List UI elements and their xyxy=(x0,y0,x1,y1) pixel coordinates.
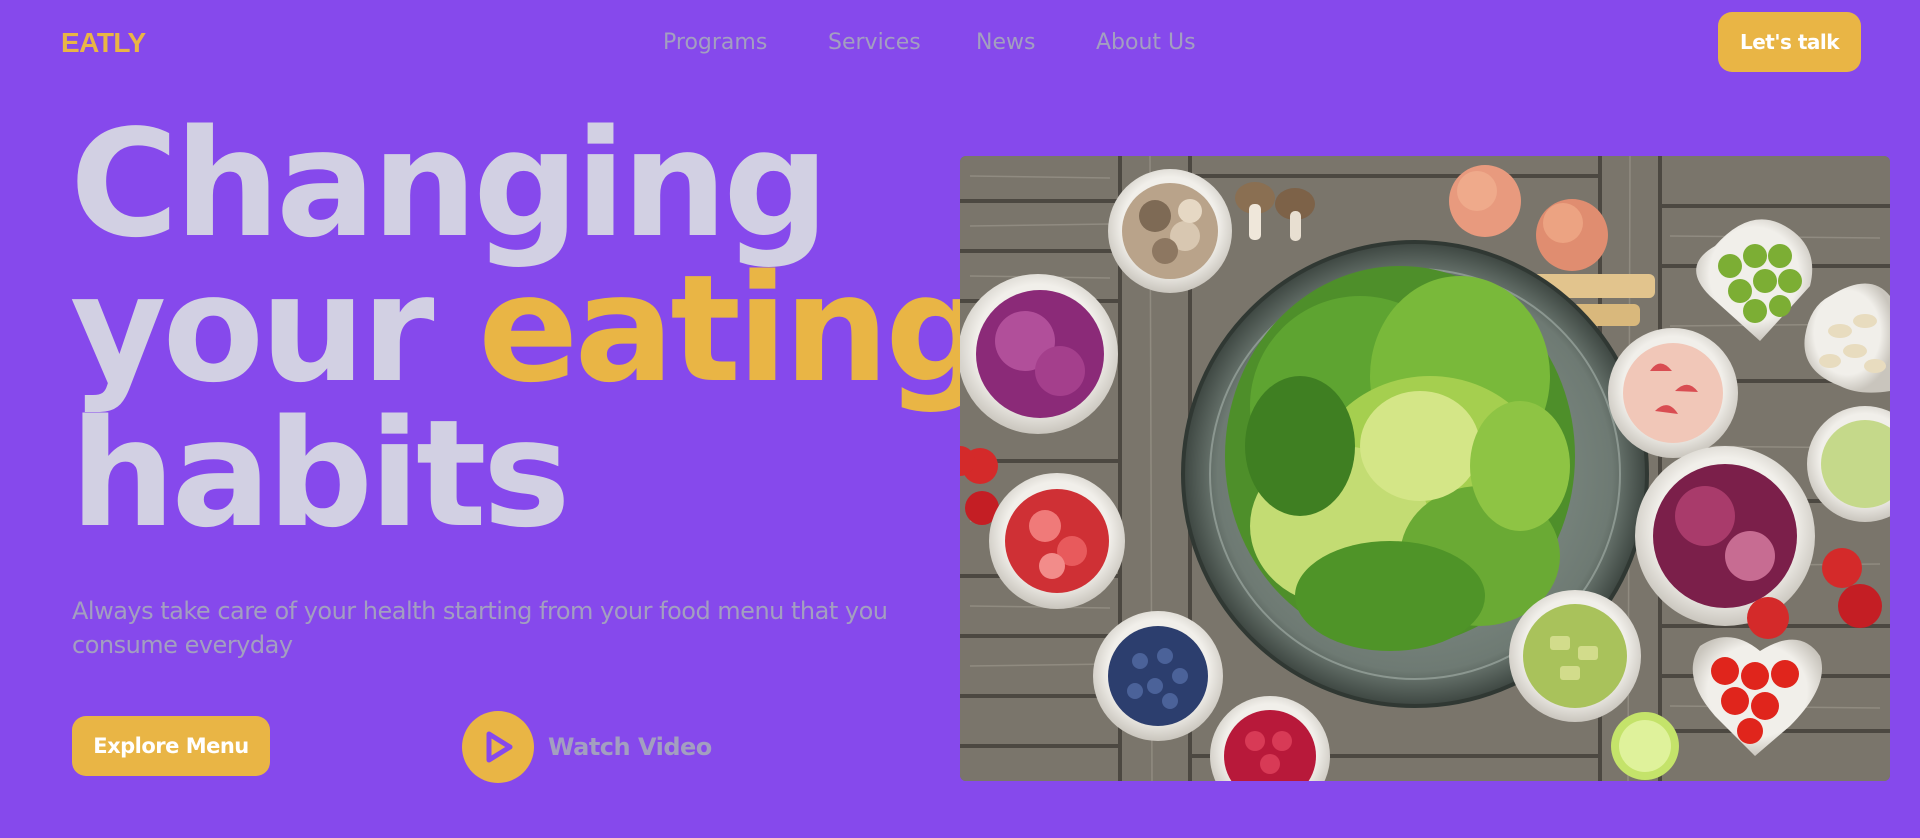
nav-item-services[interactable]: Services xyxy=(828,30,921,55)
hero-subtitle: Always take care of your health starting… xyxy=(72,597,888,659)
nav-item-programs[interactable]: Programs xyxy=(663,30,767,55)
headline-line-3: habits xyxy=(70,388,571,560)
watch-video-label[interactable]: Watch Video xyxy=(548,733,712,761)
nav-item-news[interactable]: News xyxy=(976,30,1035,55)
lets-talk-button[interactable]: Let's talk xyxy=(1718,12,1861,72)
hero-food-photo xyxy=(960,156,1890,781)
hero-headline: Changing your eating habits xyxy=(70,110,991,548)
play-icon[interactable] xyxy=(462,711,534,783)
explore-menu-button[interactable]: Explore Menu xyxy=(72,716,270,776)
watch-video-button[interactable]: Watch Video xyxy=(462,711,712,783)
main-nav: Programs Services News About Us xyxy=(0,30,1920,60)
nav-item-about-us[interactable]: About Us xyxy=(1096,30,1196,55)
